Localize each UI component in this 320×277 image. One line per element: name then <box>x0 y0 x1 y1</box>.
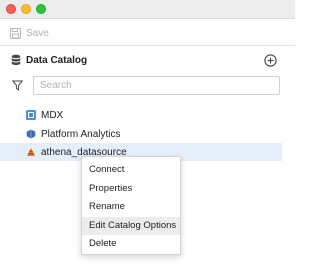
mdx-cube-icon <box>26 110 36 120</box>
filter-row <box>0 76 295 96</box>
platform-analytics-icon <box>26 129 36 139</box>
context-menu: Connect Properties Rename Edit Catalog O… <box>81 156 181 255</box>
floppy-disk-icon <box>10 27 21 39</box>
database-icon <box>11 54 21 65</box>
save-button-label: Save <box>26 27 49 39</box>
menu-item-connect[interactable]: Connect <box>82 161 180 179</box>
athena-icon <box>27 148 35 156</box>
menu-item-edit-catalog-options[interactable]: Edit Catalog Options <box>82 217 180 235</box>
tree-item-label: Platform Analytics <box>41 129 121 140</box>
plus-circle-icon[interactable] <box>264 54 277 67</box>
save-button[interactable]: Save <box>10 25 49 41</box>
app-window: Save Data Catalog MDX P <box>0 0 295 277</box>
title-bar <box>0 0 295 19</box>
toolbar: Save <box>0 20 295 46</box>
maximize-window-button[interactable] <box>36 4 46 14</box>
search-input[interactable] <box>33 76 280 95</box>
tree-item-label: MDX <box>41 110 64 121</box>
menu-item-delete[interactable]: Delete <box>82 235 180 253</box>
menu-item-rename[interactable]: Rename <box>82 198 180 216</box>
minimize-window-button[interactable] <box>21 4 31 14</box>
tree-item-mdx[interactable]: MDX <box>0 106 282 124</box>
panel-title: Data Catalog <box>26 55 88 66</box>
close-window-button[interactable] <box>6 4 16 14</box>
tree-item-platform-analytics[interactable]: Platform Analytics <box>0 125 282 143</box>
panel-header: Data Catalog <box>0 52 295 70</box>
menu-item-properties[interactable]: Properties <box>82 180 180 198</box>
filter-icon[interactable] <box>12 80 23 91</box>
